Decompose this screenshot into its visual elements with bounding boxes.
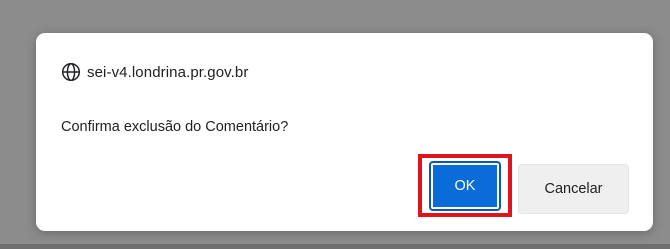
dialog-origin: sei-v4.londrina.pr.gov.br xyxy=(61,61,248,83)
ok-button-highlight: OK xyxy=(418,154,512,217)
ok-button[interactable]: OK xyxy=(429,160,501,211)
globe-icon xyxy=(61,62,81,82)
origin-url: sei-v4.londrina.pr.gov.br xyxy=(87,63,249,81)
dialog-buttons: OK Cancelar xyxy=(418,154,629,217)
backdrop-strip xyxy=(0,244,670,249)
dialog-message: Confirma exclusão do Comentário? xyxy=(61,119,289,135)
confirm-dialog: sei-v4.londrina.pr.gov.br Confirma exclu… xyxy=(36,33,653,231)
cancel-button[interactable]: Cancelar xyxy=(518,163,629,214)
